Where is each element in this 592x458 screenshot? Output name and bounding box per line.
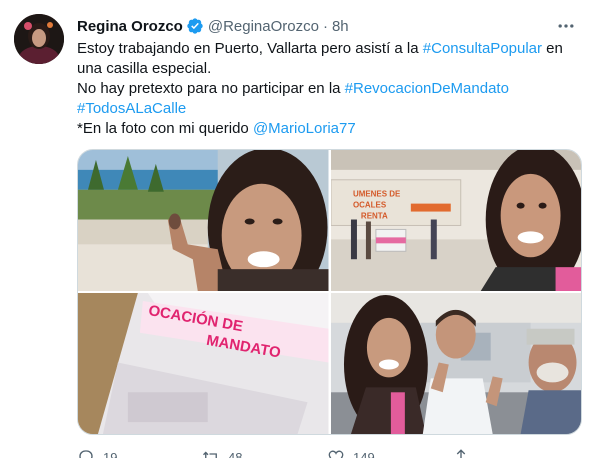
separator-dot: ·: [322, 17, 328, 35]
text-segment: Estoy trabajando en Puerto, Vallarta per…: [77, 40, 423, 57]
tweet-line-3: No hay pretexto para no participar en la…: [77, 79, 577, 99]
mention-mario-loria[interactable]: @MarioLoria77: [253, 120, 356, 137]
text-segment: en: [542, 40, 563, 57]
tweet-line-5: *En la foto con mi querido @MarioLoria77: [77, 119, 577, 139]
author-handle[interactable]: @ReginaOrozco: [208, 18, 319, 35]
tweet-timestamp[interactable]: 8h: [332, 18, 349, 35]
like-count: 149: [353, 449, 375, 458]
text-segment: No hay pretexto para no participar en la: [77, 80, 345, 97]
photo-group-selfie[interactable]: [330, 293, 581, 434]
photo-selfie-voting-hall[interactable]: UMENES DE OCALES RENTA: [330, 150, 581, 291]
tweet-line-2: una casilla especial.: [77, 60, 212, 77]
retweet-count: 48: [228, 449, 243, 458]
tweet-header: Regina Orozco @ReginaOrozco · 8h: [77, 16, 349, 36]
photo-ballot[interactable]: OCACIÓN DE MANDATO: [78, 293, 329, 434]
text-segment: *En la foto con mi querido: [77, 120, 253, 137]
reply-icon: [79, 450, 93, 458]
like-button[interactable]: 149: [327, 448, 452, 458]
share-icon: [456, 449, 466, 458]
tweet-line-1: Estoy trabajando en Puerto, Vallarta per…: [77, 39, 577, 59]
more-options-icon[interactable]: [554, 14, 578, 38]
like-icon: [328, 450, 344, 458]
retweet-icon: [203, 451, 217, 458]
author-name[interactable]: Regina Orozco: [77, 18, 183, 35]
tweet-text: Estoy trabajando en Puerto, Vallarta per…: [77, 39, 577, 139]
reply-count: 19: [103, 449, 118, 458]
reply-button[interactable]: 19: [77, 448, 202, 458]
avatar[interactable]: [14, 14, 64, 64]
share-button[interactable]: [452, 448, 577, 458]
verified-badge-icon: [186, 17, 204, 35]
media-grid: UMENES DE OCALES RENTA OCACIÓN DE MANDAT…: [77, 149, 582, 435]
tweet-actions: 19 48 149: [77, 447, 582, 458]
retweet-button[interactable]: 48: [202, 448, 327, 458]
hashtag-consulta-popular[interactable]: #ConsultaPopular: [423, 40, 542, 57]
tweet-line-4: #TodosALaCalle: [77, 99, 577, 119]
photo-selfie-beach[interactable]: [78, 150, 329, 291]
tweet[interactable]: Regina Orozco @ReginaOrozco · 8h Estoy t…: [0, 0, 592, 458]
hashtag-revocacion-de-mandato[interactable]: #RevocacionDeMandato: [345, 80, 509, 97]
hashtag-todos-a-la-calle[interactable]: #TodosALaCalle: [77, 100, 186, 117]
